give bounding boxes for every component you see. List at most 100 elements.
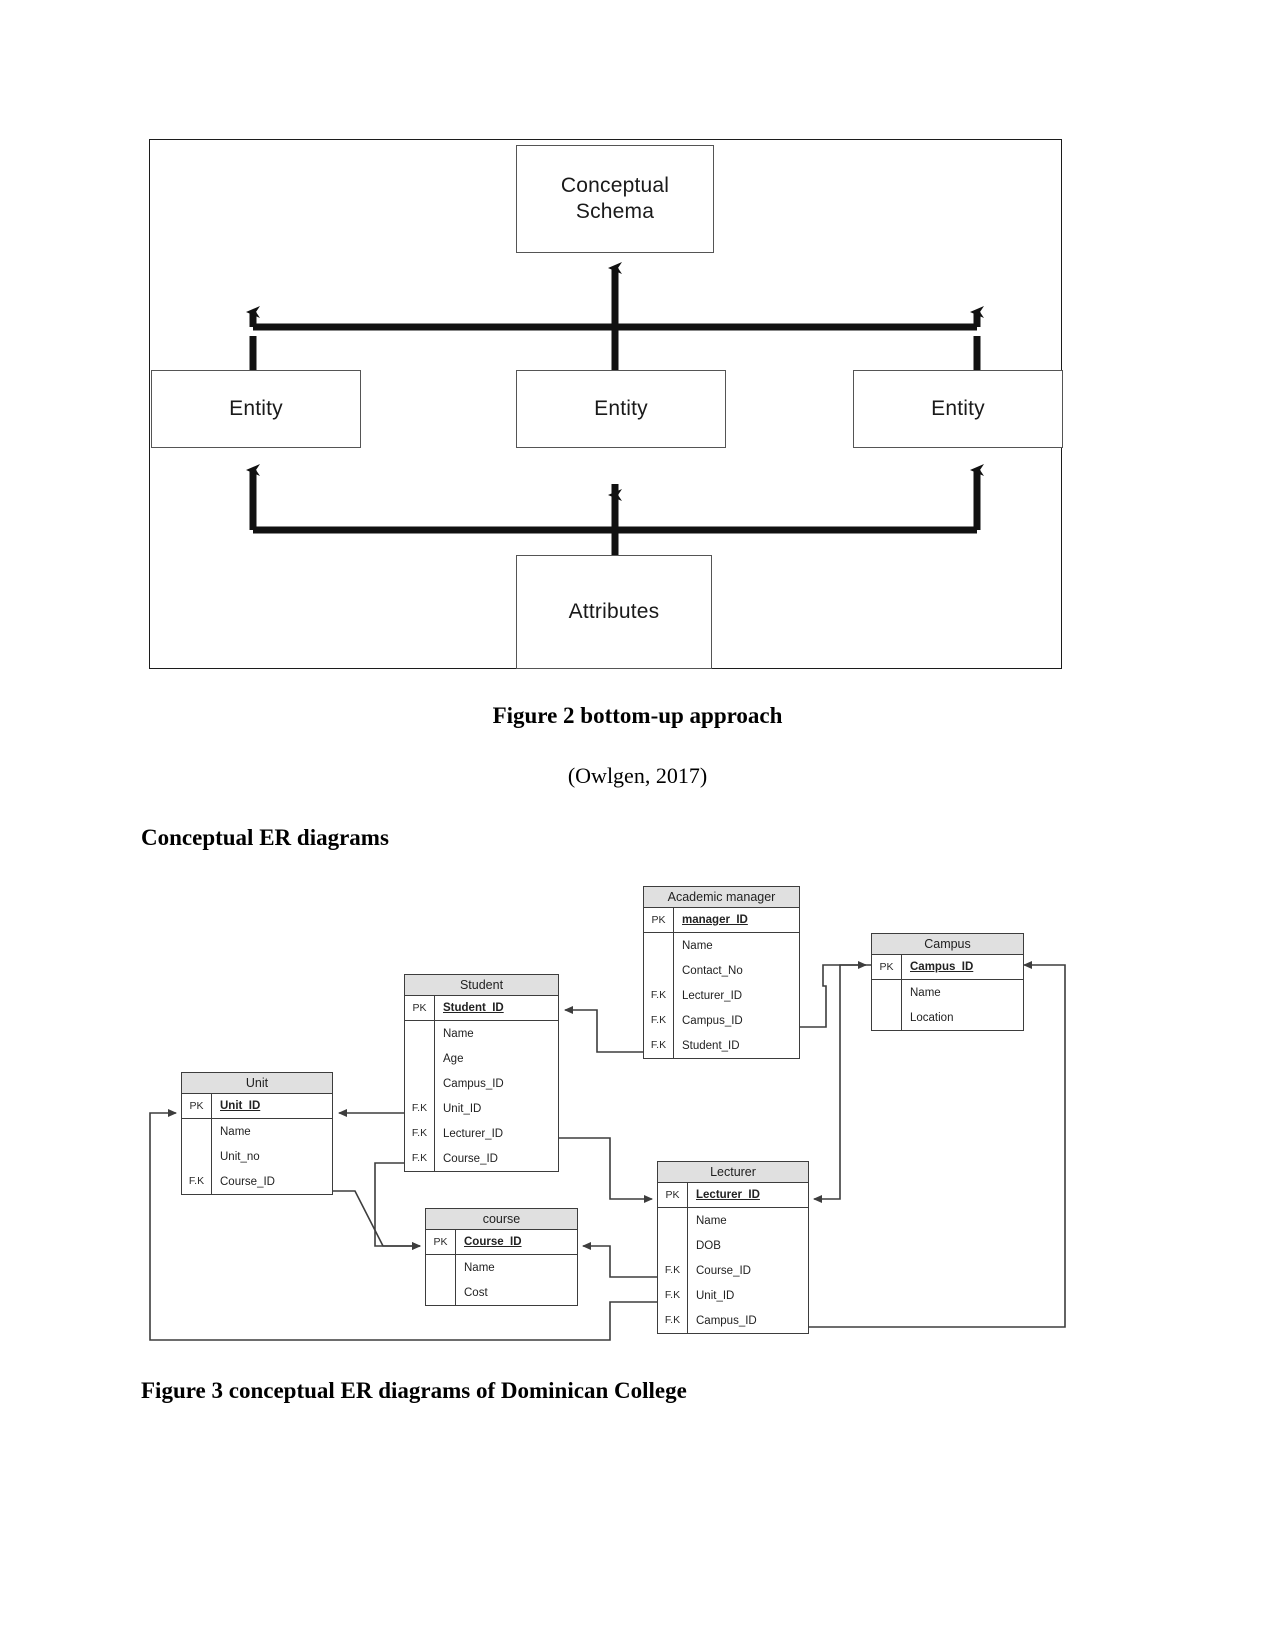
attribute-label: Course_ID	[464, 1236, 522, 1248]
key-label	[658, 1208, 688, 1233]
entity-attribute-row: F.K Course_ID	[182, 1169, 332, 1194]
attribute-label: Unit_ID	[220, 1100, 261, 1112]
key-label	[426, 1255, 456, 1280]
entity-pk-row: PK Campus_ID	[872, 955, 1023, 980]
entity-attribute-row: Age	[405, 1046, 558, 1071]
attribute-label: Campus_ID	[682, 1014, 743, 1027]
entity-attribute-row: Name	[182, 1119, 332, 1144]
entity-pk-row: PK Student_ID	[405, 996, 558, 1021]
entity-attribute-row: Unit_no	[182, 1144, 332, 1169]
entity-attribute-list: Name DOB F.K Course_ID F.K Unit_ID F.K C…	[658, 1208, 808, 1333]
key-label: PK	[644, 908, 674, 932]
figure-2-caption: Figure 2 bottom-up approach	[492, 703, 783, 728]
entity-pk-row: PK Lecturer_ID	[658, 1183, 808, 1208]
attribute-label: Campus_ID	[696, 1314, 757, 1327]
entity-title: Campus	[872, 934, 1023, 955]
entity-academic-manager: Academic manager PK manager_ID Name Cont…	[643, 886, 800, 1059]
entity-attribute-row: Name	[658, 1208, 808, 1233]
key-label: F.K	[658, 1283, 688, 1308]
entity-title: Academic manager	[644, 887, 799, 908]
key-label: F.K	[644, 983, 674, 1008]
attribute-label: Campus_ID	[910, 961, 974, 973]
key-label: F.K	[658, 1258, 688, 1283]
figure-2-source-citation: (Owlgen, 2017)	[567, 763, 708, 788]
key-label	[405, 1071, 435, 1096]
figure-3-er-diagram: Academic manager PK manager_ID Name Cont…	[140, 880, 1090, 1360]
entity-attribute-row: F.K Campus_ID	[658, 1308, 808, 1333]
attribute-label: Campus_ID	[443, 1077, 504, 1090]
attribute-label: Lecturer_ID	[443, 1127, 504, 1140]
key-label: PK	[872, 955, 902, 979]
entity-course: course PK Course_ID Name Cost	[425, 1208, 578, 1306]
conceptual-schema-line-1: Conceptual	[560, 173, 670, 197]
key-label: F.K	[644, 1033, 674, 1058]
entity-attribute-row: Name	[426, 1255, 577, 1280]
key-label: PK	[658, 1183, 688, 1207]
entity-attribute-list: Name Location	[872, 980, 1023, 1030]
entity-pk-row: PK Unit_ID	[182, 1094, 332, 1119]
box-entity-left: Entity	[151, 370, 361, 448]
entity-title: Lecturer	[658, 1162, 808, 1183]
entity-unit: Unit PK Unit_ID Name Unit_no F.K Course_…	[181, 1072, 333, 1195]
key-label: F.K	[182, 1169, 212, 1194]
key-label	[644, 933, 674, 958]
attribute-label: Unit_no	[220, 1150, 260, 1163]
attribute-label: Name	[220, 1125, 251, 1138]
entity-attribute-row: F.K Student_ID	[644, 1033, 799, 1058]
conceptual-schema-line-2: Schema	[575, 200, 655, 223]
box-entity-center: Entity	[516, 370, 726, 448]
entity-attribute-list: Name Cost	[426, 1255, 577, 1305]
entity-attribute-row: F.K Campus_ID	[644, 1008, 799, 1033]
entity-attribute-row: F.K Unit_ID	[658, 1283, 808, 1308]
key-label	[872, 1005, 902, 1030]
entity-pk-row: PK manager_ID	[644, 908, 799, 933]
key-label: F.K	[405, 1096, 435, 1121]
entity-attribute-row: Location	[872, 1005, 1023, 1030]
attribute-label: DOB	[696, 1239, 721, 1252]
entity-student: Student PK Student_ID Name Age Campus_ID…	[404, 974, 559, 1172]
entity-attribute-row: Name	[872, 980, 1023, 1005]
attribute-label: Name	[910, 986, 941, 999]
entity-attribute-row: F.K Course_ID	[405, 1146, 558, 1171]
key-label	[644, 958, 674, 983]
key-label: PK	[405, 996, 435, 1020]
key-label	[405, 1046, 435, 1071]
attribute-label: Name	[696, 1214, 727, 1227]
attribute-label: Location	[910, 1011, 954, 1024]
attribute-label: Student_ID	[443, 1002, 504, 1014]
entity-attribute-row: F.K Unit_ID	[405, 1096, 558, 1121]
entity-title: Unit	[182, 1073, 332, 1094]
entity-attribute-row: Name	[644, 933, 799, 958]
key-label	[658, 1233, 688, 1258]
entity-lecturer: Lecturer PK Lecturer_ID Name DOB F.K Cou…	[657, 1161, 809, 1334]
entity-title: course	[426, 1209, 577, 1230]
entity-attribute-row: F.K Lecturer_ID	[405, 1121, 558, 1146]
key-label: F.K	[644, 1008, 674, 1033]
entity-attribute-row: F.K Course_ID	[658, 1258, 808, 1283]
key-label: PK	[182, 1094, 212, 1118]
attribute-label: Lecturer_ID	[682, 989, 743, 1002]
entity-campus: Campus PK Campus_ID Name Location	[871, 933, 1024, 1031]
entity-attribute-list: Name Age Campus_ID F.K Unit_ID F.K Lectu…	[405, 1021, 558, 1171]
entity-pk-row: PK Course_ID	[426, 1230, 577, 1255]
entity-attribute-list: Name Unit_no F.K Course_ID	[182, 1119, 332, 1194]
entity-attribute-row: Name	[405, 1021, 558, 1046]
attribute-label: Course_ID	[696, 1264, 751, 1277]
key-label	[872, 980, 902, 1005]
key-label: F.K	[405, 1146, 435, 1171]
entity-attribute-row: Cost	[426, 1280, 577, 1305]
attribute-label: Student_ID	[682, 1039, 740, 1052]
attribute-label: Lecturer_ID	[696, 1189, 760, 1201]
key-label: PK	[426, 1230, 456, 1254]
attribute-label: manager_ID	[682, 914, 748, 926]
entity-title: Student	[405, 975, 558, 996]
attribute-label: Name	[682, 939, 713, 952]
attribute-label: Unit_ID	[443, 1102, 482, 1115]
entity-attribute-row: F.K Lecturer_ID	[644, 983, 799, 1008]
box-conceptual-schema: Conceptual Schema	[516, 145, 714, 253]
entity-attribute-row: Campus_ID	[405, 1071, 558, 1096]
attribute-label: Name	[464, 1261, 495, 1274]
key-label	[182, 1119, 212, 1144]
figure-3-caption: Figure 3 conceptual ER diagrams of Domin…	[141, 1378, 687, 1403]
attribute-label: Course_ID	[220, 1175, 275, 1188]
